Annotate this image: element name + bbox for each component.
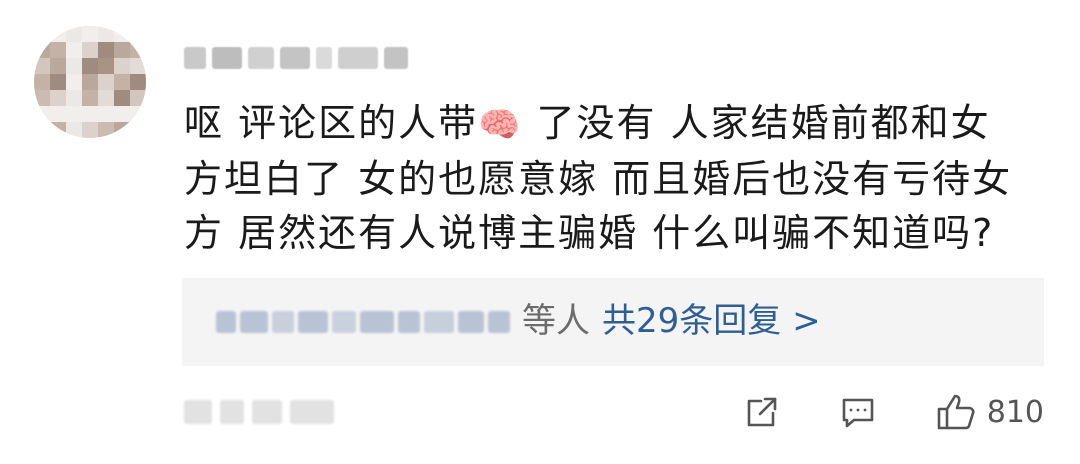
view-replies-link[interactable]: 共29条回复 > — [602, 298, 821, 344]
avatar-pixel — [114, 74, 130, 90]
avatar-pixel — [98, 122, 114, 138]
avatar-pixel — [66, 58, 82, 74]
share-button[interactable] — [743, 393, 781, 431]
avatar-pixel — [66, 26, 82, 42]
comment-button[interactable] — [839, 393, 877, 431]
avatar-pixel — [82, 74, 98, 90]
avatar-pixel — [66, 42, 82, 58]
reply-users-blurred — [216, 302, 510, 342]
avatar-pixel — [66, 74, 82, 90]
avatar-pixel — [34, 58, 50, 74]
avatar-pixel — [50, 106, 66, 122]
avatar-pixel — [50, 58, 66, 74]
replies-preview[interactable]: 等人 共29条回复 > — [182, 278, 1044, 366]
comment-line-3: 方 居然还有人说博主骗婚 什么叫骗不知道吗? — [184, 211, 995, 255]
like-button[interactable]: 810 — [935, 392, 1044, 432]
avatar-pixel — [82, 58, 98, 74]
reply-users-suffix: 等人 — [522, 301, 590, 341]
avatar-pixel — [50, 26, 66, 42]
avatar-pixel — [98, 26, 114, 42]
avatar[interactable] — [34, 26, 146, 138]
avatar-pixel — [130, 106, 146, 122]
avatar-pixel — [34, 26, 50, 42]
avatar-pixel — [82, 122, 98, 138]
avatar-pixel — [114, 42, 130, 58]
avatar-pixel — [82, 26, 98, 42]
avatar-pixel — [98, 42, 114, 58]
avatar-pixel — [114, 122, 130, 138]
avatar-pixel — [114, 58, 130, 74]
brain-emoji-icon: 🧠 — [478, 105, 523, 145]
avatar-pixel — [34, 106, 50, 122]
comment-line-1: 呕 评论区的人带🧠 了没有 人家结婚前都和女 — [184, 101, 991, 145]
avatar-pixel — [130, 74, 146, 90]
avatar-pixel — [50, 74, 66, 90]
avatar-pixel — [114, 90, 130, 106]
comment-line-2: 方坦白了 女的也愿意嫁 而且婚后也没有亏待女 — [184, 157, 1013, 201]
avatar-pixel — [130, 42, 146, 58]
comment-actions: 810 — [743, 388, 1044, 436]
avatar-pixel — [98, 58, 114, 74]
avatar-pixel — [82, 90, 98, 106]
comment-text: 呕 评论区的人带🧠 了没有 人家结婚前都和女 方坦白了 女的也愿意嫁 而且婚后也… — [184, 96, 1044, 260]
avatar-pixel — [114, 26, 130, 42]
avatar-pixel — [114, 106, 130, 122]
comment-meta-blurred — [184, 394, 334, 430]
avatar-pixel — [98, 106, 114, 122]
avatar-pixel — [98, 90, 114, 106]
avatar-pixel — [66, 106, 82, 122]
username-blurred[interactable] — [184, 40, 408, 76]
avatar-pixel — [34, 90, 50, 106]
thumbs-up-icon — [937, 394, 975, 430]
comment-icon — [842, 398, 874, 428]
avatar-pixel — [34, 74, 50, 90]
avatar-pixel — [98, 74, 114, 90]
avatar-pixel — [130, 90, 146, 106]
avatar-pixel — [130, 58, 146, 74]
avatar-pixel — [130, 122, 146, 138]
avatar-pixel — [50, 122, 66, 138]
avatar-pixel — [82, 42, 98, 58]
avatar-pixel — [50, 42, 66, 58]
like-count: 810 — [986, 394, 1044, 430]
avatar-pixel — [66, 90, 82, 106]
share-icon — [747, 397, 777, 427]
avatar-pixel — [34, 122, 50, 138]
avatar-pixel — [82, 106, 98, 122]
avatar-pixel — [66, 122, 82, 138]
avatar-pixel — [50, 90, 66, 106]
avatar-pixel — [130, 26, 146, 42]
avatar-pixel — [34, 42, 50, 58]
